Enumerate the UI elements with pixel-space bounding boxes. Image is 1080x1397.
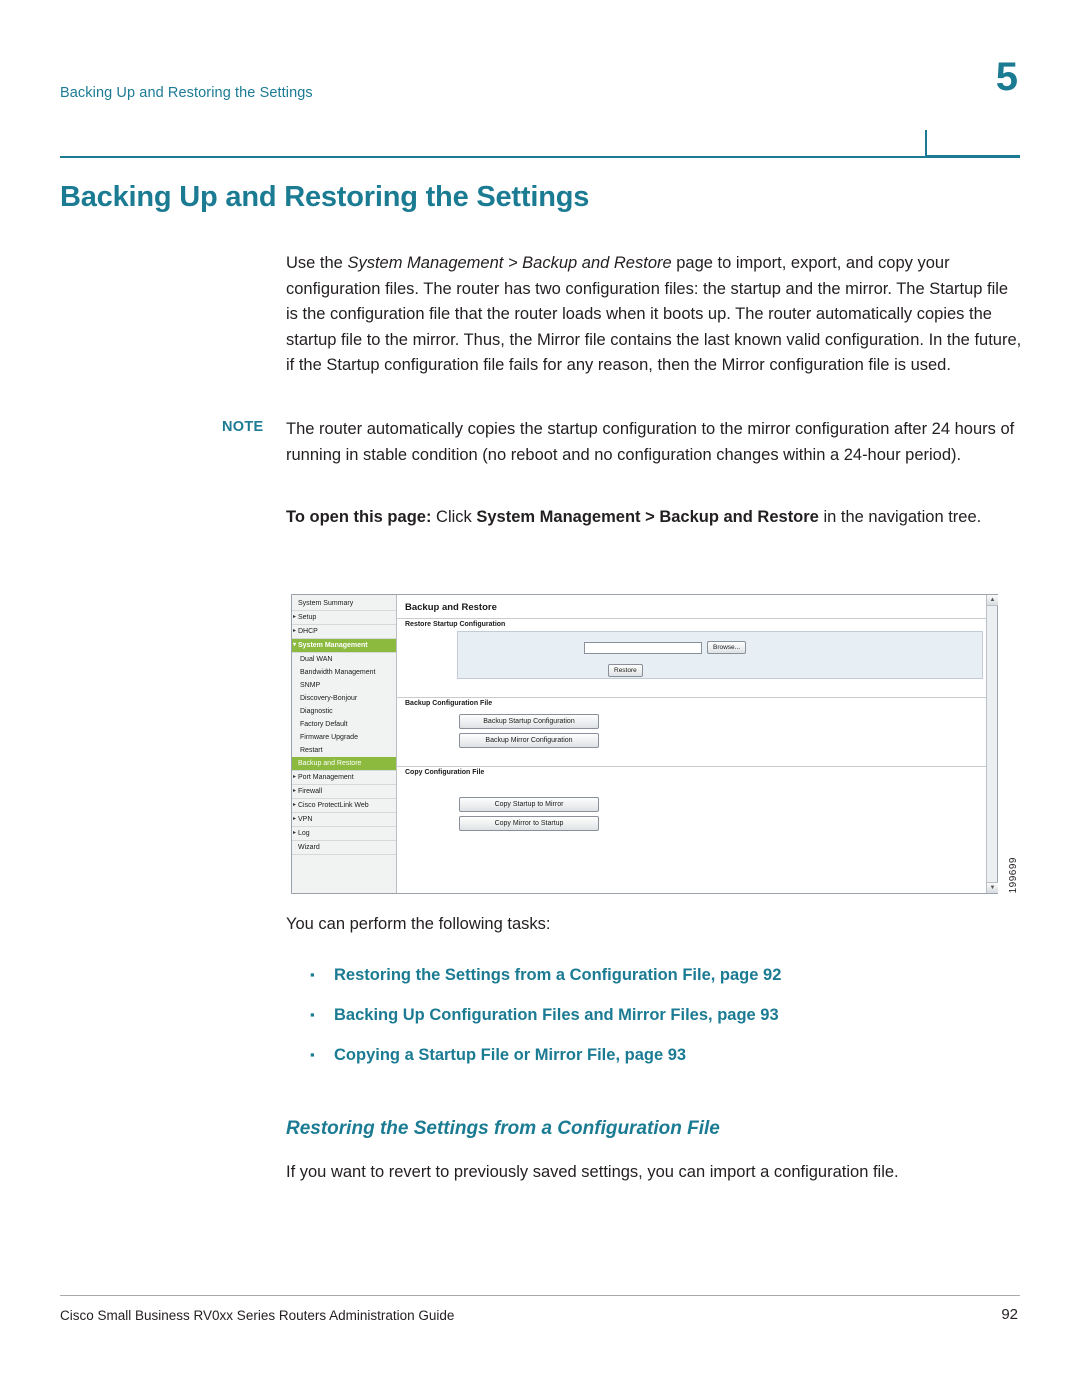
chapter-number: 5 [995,55,1018,99]
tasks-list: Restoring the Settings from a Configurat… [308,955,1008,1075]
scroll-down-arrow-icon[interactable]: ▼ [987,882,998,893]
note-body: The router automatically copies the star… [286,420,1015,464]
nav-item-log[interactable]: Log [292,827,396,841]
restore-file-input[interactable] [584,641,702,654]
nav-item-discovery-bonjour[interactable]: Discovery-Bonjour [292,692,396,705]
running-head: Backing Up and Restoring the Settings [60,85,313,101]
subsection-body: If you want to revert to previously save… [286,1163,899,1181]
footer-rule [60,1295,1020,1296]
to-open-path: System Management > Backup and Restore [476,508,819,526]
tasks-intro: You can perform the following tasks: [286,915,551,933]
document-page: Backing Up and Restoring the Settings 5 … [0,0,1080,1397]
backup-section-label: Backup Configuration File [397,697,997,710]
backup-mirror-configuration-button[interactable]: Backup Mirror Configuration [459,733,599,748]
nav-item-dhcp[interactable]: DHCP [292,625,396,639]
nav-item-backup-and-restore[interactable]: Backup and Restore [292,757,396,771]
task-link-copying-startup-mirror[interactable]: Copying a Startup File or Mirror File, p… [308,1035,1008,1075]
to-open-lead: To open this page: [286,508,432,526]
figure-id: 199699 [1008,856,1019,893]
restore-button[interactable]: Restore [608,664,643,677]
to-open-instruction: To open this page: Click System Manageme… [286,505,1022,531]
restore-section-label: Restore Startup Configuration [397,618,997,631]
restore-file-row: Browse... [584,641,747,654]
nav-item-dual-wan[interactable]: Dual WAN [292,653,396,666]
intro-text-lead: Use the [286,254,348,272]
navigation-tree[interactable]: System Summary Setup DHCP System Managem… [292,595,397,893]
nav-item-firewall[interactable]: Firewall [292,785,396,799]
subsection-heading: Restoring the Settings from a Configurat… [286,1118,720,1139]
nav-item-factory-default[interactable]: Factory Default [292,718,396,731]
to-open-click: Click [431,508,477,526]
nav-item-system-management[interactable]: System Management [292,639,396,653]
nav-item-snmp[interactable]: SNMP [292,679,396,692]
router-content-pane: Backup and Restore Restore Startup Confi… [397,595,998,893]
scroll-up-arrow-icon[interactable]: ▲ [987,595,998,606]
backup-startup-configuration-button[interactable]: Backup Startup Configuration [459,714,599,729]
note-label: NOTE [222,419,264,435]
nav-item-firmware-upgrade[interactable]: Firmware Upgrade [292,731,396,744]
nav-item-restart[interactable]: Restart [292,744,396,757]
router-page-title: Backup and Restore [405,602,497,613]
to-open-tail: in the navigation tree. [818,508,982,526]
nav-item-port-management[interactable]: Port Management [292,771,396,785]
intro-paragraph: Use the System Management > Backup and R… [286,251,1022,379]
header-rule [60,156,1020,158]
task-link-backing-up-configuration[interactable]: Backing Up Configuration Files and Mirro… [308,995,1008,1035]
restore-panel: Browse... Restore [457,631,983,679]
copy-startup-to-mirror-button[interactable]: Copy Startup to Mirror [459,797,599,812]
task-link-restoring-settings[interactable]: Restoring the Settings from a Configurat… [308,955,1008,995]
nav-item-wizard[interactable]: Wizard [292,841,396,855]
intro-menu-path: System Management > Backup and Restore [347,254,672,272]
page-title: Backing Up and Restoring the Settings [60,181,590,213]
header-rule-box [925,130,1020,157]
nav-item-bandwidth-management[interactable]: Bandwidth Management [292,666,396,679]
nav-item-setup[interactable]: Setup [292,611,396,625]
copy-section-label: Copy Configuration File [397,766,997,779]
nav-item-cisco-protectlink-web[interactable]: Cisco ProtectLink Web [292,799,396,813]
nav-item-diagnostic[interactable]: Diagnostic [292,705,396,718]
nav-item-vpn[interactable]: VPN [292,813,396,827]
footer-page-number: 92 [1001,1306,1018,1323]
footer-document-title: Cisco Small Business RV0xx Series Router… [60,1308,455,1323]
browse-button[interactable]: Browse... [707,641,747,654]
copy-mirror-to-startup-button[interactable]: Copy Mirror to Startup [459,816,599,831]
nav-item-system-summary[interactable]: System Summary [292,597,396,611]
vertical-scrollbar[interactable]: ▲ ▼ [986,595,998,893]
restore-button-wrap: Restore [608,659,643,677]
intro-text-tail: page to import, export, and copy your co… [286,254,1022,374]
router-ui-screenshot: System Summary Setup DHCP System Managem… [291,594,1019,894]
